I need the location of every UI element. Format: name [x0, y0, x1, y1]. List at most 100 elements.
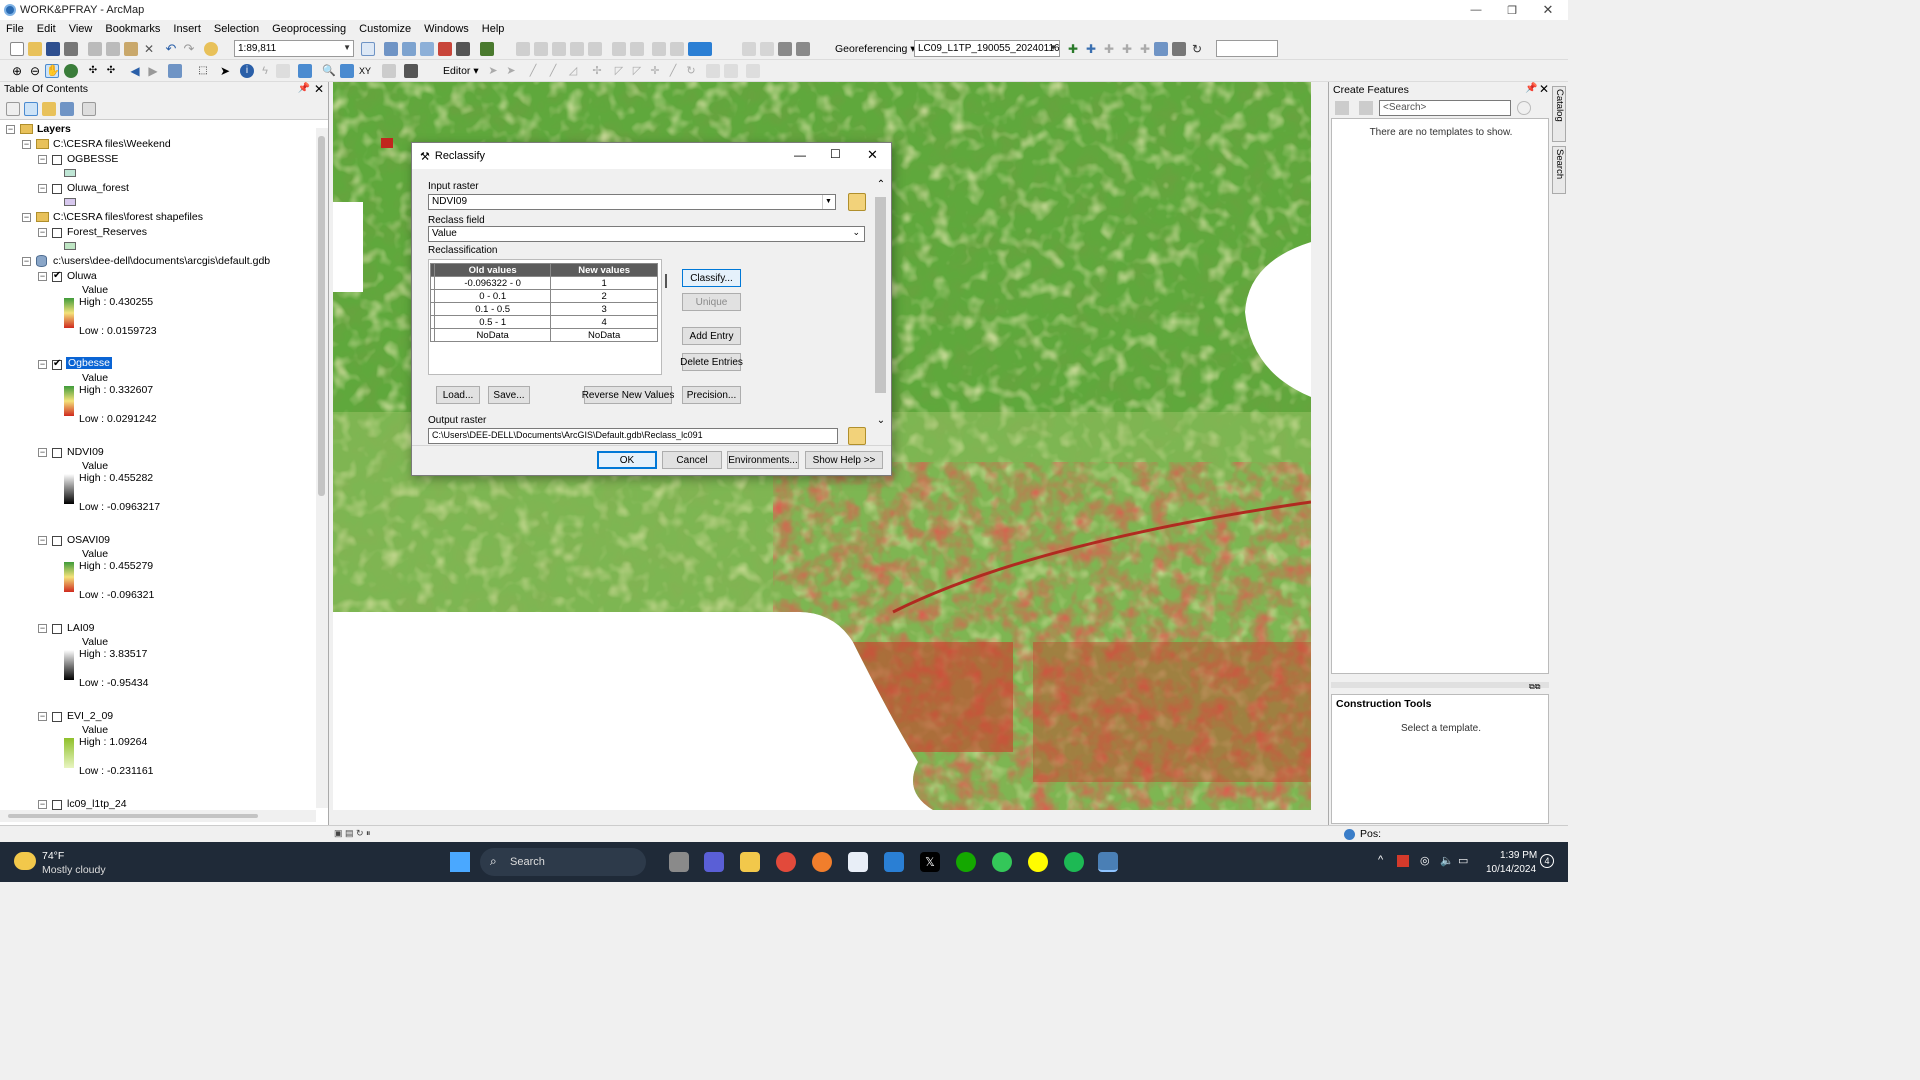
unique-button[interactable]: Unique [682, 293, 741, 311]
new-document-icon[interactable] [10, 42, 24, 56]
zoom-out-icon[interactable]: ⊖ [28, 64, 42, 78]
select-elements-icon[interactable]: ➤ [218, 64, 232, 78]
catalog-tab[interactable]: Catalog [1552, 86, 1566, 142]
toc-window-icon[interactable] [384, 42, 398, 56]
delete-icon[interactable]: ✕ [142, 42, 156, 56]
create-viewer-icon[interactable] [404, 64, 418, 78]
redo-icon[interactable]: ↷ [182, 42, 196, 56]
weather-icon[interactable] [14, 852, 36, 870]
ogbesse-visibility-checkbox[interactable] [52, 155, 62, 165]
dialog-maximize-icon[interactable]: ☐ [830, 147, 841, 161]
copy-icon[interactable] [106, 42, 120, 56]
add-data-icon[interactable] [204, 42, 218, 56]
toc-options-icon[interactable] [82, 102, 96, 116]
firefox-icon[interactable] [812, 852, 832, 872]
start-icon[interactable] [450, 852, 470, 872]
layout-tool-1-icon[interactable] [742, 42, 756, 56]
python-window-icon[interactable] [456, 42, 470, 56]
print-icon[interactable] [64, 42, 78, 56]
arcmap-taskbar-icon[interactable] [1098, 852, 1118, 872]
ndvi09-visibility-checkbox[interactable] [52, 448, 62, 458]
dialog-close-icon[interactable]: ✕ [867, 147, 878, 163]
old-value-cell[interactable]: NoData [433, 328, 552, 342]
create-features-icon[interactable] [746, 64, 760, 78]
old-value-cell[interactable]: 0 - 0.1 [433, 289, 552, 303]
menu-edit[interactable]: Edit [37, 23, 56, 35]
arctoolbox-icon[interactable] [438, 42, 452, 56]
raster-name[interactable]: lc09_l1tp_24 [67, 798, 127, 810]
network-icon[interactable]: ◎ [1420, 854, 1430, 867]
weather-desc[interactable]: Mostly cloudy [42, 864, 106, 876]
pan-icon[interactable]: ✋ [45, 64, 60, 78]
browse-output-folder-icon[interactable] [848, 427, 866, 445]
georef-layer-combo[interactable]: LC09_L1TP_190055_20240116_ ▼ [914, 40, 1060, 57]
layer-name[interactable]: Forest_Reserves [67, 226, 147, 238]
expand-lai09-icon[interactable]: − [38, 624, 47, 633]
paste-icon[interactable] [124, 42, 138, 56]
minimize-icon[interactable]: — [1458, 0, 1494, 20]
georeferencing-menu[interactable]: Georeferencing ▾ [835, 43, 916, 55]
table-row[interactable]: -0.096322 - 01 [430, 276, 658, 290]
search-icon[interactable] [1517, 101, 1531, 115]
menu-windows[interactable]: Windows [424, 23, 469, 35]
spotify-icon[interactable] [1064, 852, 1084, 872]
table-scrollbar[interactable] [665, 274, 667, 288]
toc-horizontal-scrollbar[interactable] [0, 810, 316, 822]
notification-badge[interactable]: 4 [1540, 854, 1554, 868]
save-icon[interactable] [46, 42, 60, 56]
environments-button[interactable]: Environments... [727, 451, 799, 469]
model-builder-icon[interactable] [480, 42, 494, 56]
x-icon[interactable]: 𝕏 [920, 852, 940, 872]
expand-ndvi09-icon[interactable]: − [38, 448, 47, 457]
menu-help[interactable]: Help [482, 23, 505, 35]
show-hidden-icons[interactable]: ^ [1378, 854, 1383, 866]
raster-name[interactable]: OSAVI09 [67, 534, 110, 546]
raster-name[interactable]: LAI09 [67, 622, 94, 634]
microsoft-store-icon[interactable] [848, 852, 868, 872]
auto-registration-icon[interactable]: ✚ [1084, 42, 1098, 56]
layer-name[interactable]: OGBESSE [67, 153, 118, 165]
chrome-icon[interactable] [776, 852, 796, 872]
upwork-icon[interactable] [956, 852, 976, 872]
table-row[interactable]: 0.5 - 14 [430, 315, 658, 329]
evi-visibility-checkbox[interactable] [52, 712, 62, 722]
back-extent-icon[interactable]: ◀ [128, 64, 142, 78]
taskbar-search-box[interactable]: ⌕ Search [480, 848, 646, 876]
expand-lc09-icon[interactable]: − [38, 800, 47, 809]
menu-geoprocessing[interactable]: Geoprocessing [272, 23, 346, 35]
expand-ogbesse-icon[interactable]: − [38, 155, 47, 164]
group-path-3[interactable]: c:\users\dee-dell\documents\arcgis\defau… [53, 255, 270, 267]
expand-osavi09-icon[interactable]: − [38, 536, 47, 545]
table-row[interactable]: NoData NoData [430, 328, 658, 342]
expand-evi-icon[interactable]: − [38, 712, 47, 721]
zoom-in-icon[interactable]: ⊕ [10, 64, 24, 78]
ogbesse-raster-visibility-checkbox[interactable] [52, 358, 62, 370]
classify-button[interactable]: Classify... [682, 269, 741, 287]
vscode-icon[interactable] [884, 852, 904, 872]
pin-icon[interactable]: 📌 [298, 83, 310, 94]
delete-entries-button[interactable]: Delete Entries [680, 353, 743, 371]
forest-reserves-visibility-checkbox[interactable] [52, 228, 62, 238]
find-icon[interactable]: 🔍 [322, 64, 336, 78]
layout-view-icons[interactable]: ▣ ▤ ↻ ⏸ [334, 828, 374, 840]
task-view-icon[interactable] [669, 852, 689, 872]
list-by-selection-icon[interactable] [60, 102, 74, 116]
dialog-minimize-icon[interactable]: — [794, 148, 806, 162]
show-help-button[interactable]: Show Help >> [805, 451, 883, 469]
browse-input-folder-icon[interactable] [848, 193, 866, 211]
group-path-2[interactable]: C:\CESRA files\forest shapefiles [53, 211, 203, 223]
reverse-new-values-button[interactable]: Reverse New Values [582, 386, 674, 404]
cut-icon[interactable] [88, 42, 102, 56]
toc-vertical-scrollbar[interactable] [316, 128, 328, 808]
new-value-cell[interactable]: NoData [550, 328, 658, 342]
list-by-source-icon[interactable] [24, 102, 38, 116]
measure-icon[interactable] [298, 64, 312, 78]
lc09-visibility-checkbox[interactable] [52, 800, 62, 810]
osavi09-visibility-checkbox[interactable] [52, 536, 62, 546]
search-tab[interactable]: Search [1552, 146, 1566, 194]
splitter-buttons-icon[interactable]: ⧉⧉ [1529, 682, 1549, 691]
dialog-scroll-thumb[interactable] [875, 197, 886, 393]
template-search-input[interactable]: <Search> [1379, 100, 1511, 116]
rotate-icon[interactable]: ↻ [1190, 42, 1204, 56]
list-by-visibility-icon[interactable] [42, 102, 56, 116]
